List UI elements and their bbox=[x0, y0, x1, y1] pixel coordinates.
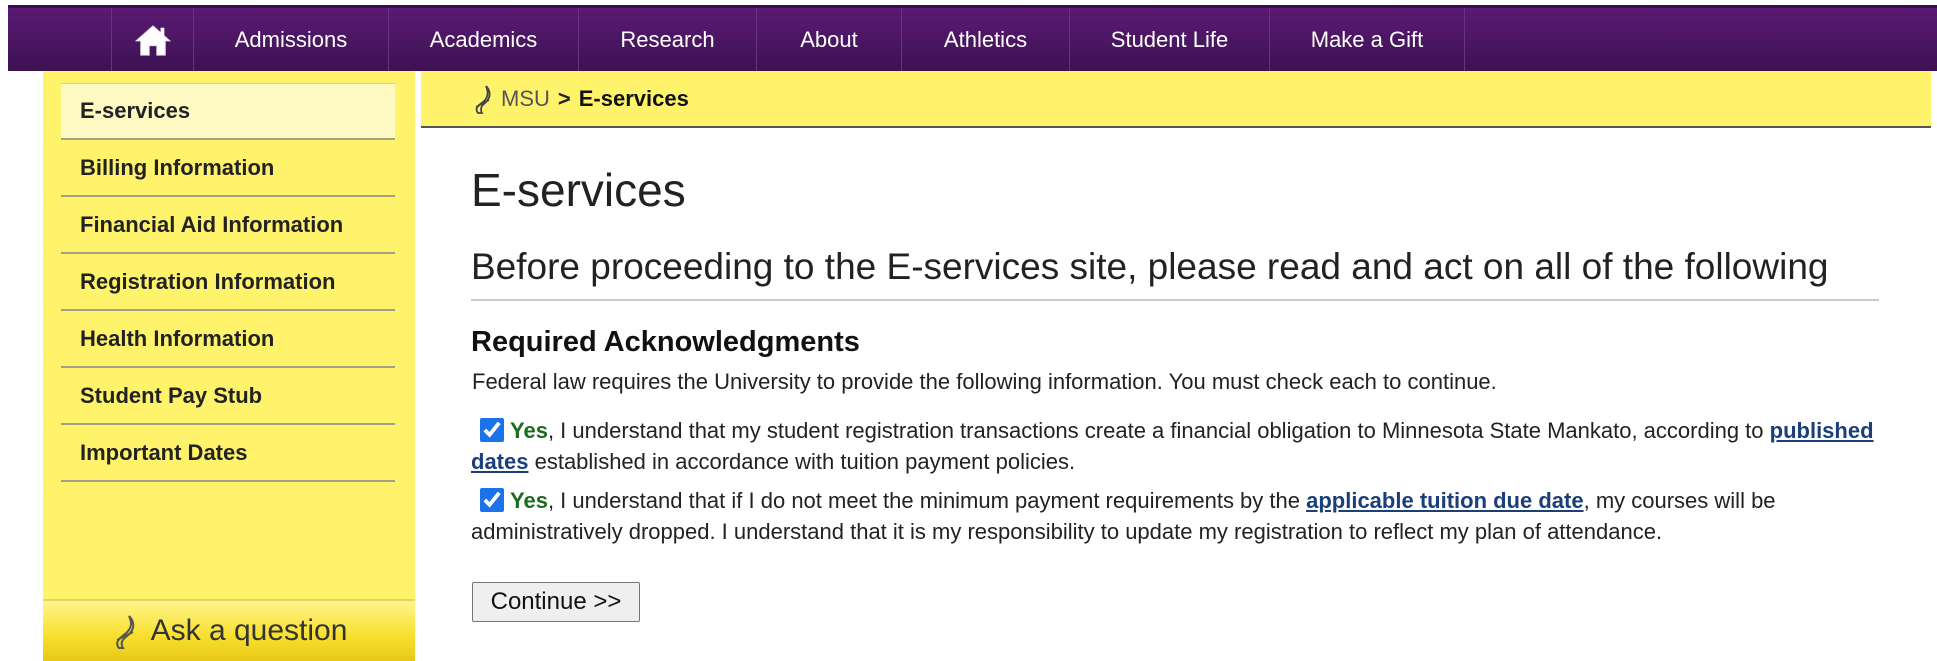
acknowledgment-1: Yes, I understand that my student regist… bbox=[471, 415, 1881, 477]
sidebar: E-services Billing Information Financial… bbox=[43, 71, 415, 599]
nav-about[interactable]: About bbox=[756, 8, 901, 71]
home-icon[interactable] bbox=[111, 8, 193, 71]
breadcrumb-msu-link[interactable]: MSU bbox=[501, 86, 550, 112]
yes-label: Yes bbox=[510, 488, 548, 513]
acknowledgment-1-text-end: established in accordance with tuition p… bbox=[528, 449, 1076, 474]
sidebar-item-e-services[interactable]: E-services bbox=[61, 83, 395, 140]
page-subtitle: Before proceeding to the E-services site… bbox=[471, 246, 1879, 301]
intro-text: Federal law requires the University to p… bbox=[472, 369, 1497, 394]
yes-label: Yes bbox=[510, 418, 548, 443]
acknowledgment-2: Yes, I understand that if I do not meet … bbox=[471, 485, 1881, 547]
acknowledgment-2-text: , I understand that if I do not meet the… bbox=[547, 488, 1307, 513]
applicable-tuition-due-date-link[interactable]: applicable tuition due date bbox=[1306, 488, 1583, 513]
sidebar-item-financial-aid-information[interactable]: Financial Aid Information bbox=[61, 197, 395, 254]
ask-a-question-label: Ask a question bbox=[150, 614, 348, 647]
sidebar-item-registration-information[interactable]: Registration Information bbox=[61, 254, 395, 311]
top-navigation: Admissions Academics Research About Athl… bbox=[8, 5, 1937, 71]
sidebar-item-billing-information[interactable]: Billing Information bbox=[61, 140, 395, 197]
sidebar-item-health-information[interactable]: Health Information bbox=[61, 311, 395, 368]
flame-icon bbox=[115, 615, 134, 649]
ask-a-question-button[interactable]: Ask a question bbox=[43, 599, 415, 661]
acknowledgment-2-checkbox[interactable] bbox=[480, 488, 504, 512]
nav-academics[interactable]: Academics bbox=[388, 8, 578, 71]
nav-make-a-gift[interactable]: Make a Gift bbox=[1269, 8, 1465, 71]
acknowledgment-1-text: , I understand that my student registrat… bbox=[547, 418, 1770, 443]
page-title: E-services bbox=[471, 164, 686, 216]
breadcrumb-current: E-services bbox=[578, 85, 689, 111]
nav-admissions[interactable]: Admissions bbox=[193, 8, 388, 71]
sidebar-item-student-pay-stub[interactable]: Student Pay Stub bbox=[61, 368, 395, 425]
nav-student-life[interactable]: Student Life bbox=[1069, 8, 1269, 71]
nav-research[interactable]: Research bbox=[578, 8, 756, 71]
continue-button[interactable]: Continue >> bbox=[472, 582, 640, 622]
nav-athletics[interactable]: Athletics bbox=[901, 8, 1069, 71]
breadcrumb-separator: > bbox=[557, 85, 571, 111]
flame-icon bbox=[475, 84, 491, 114]
acknowledgment-1-checkbox[interactable] bbox=[480, 418, 504, 442]
breadcrumb: MSU > E-services bbox=[421, 71, 1931, 128]
section-heading: Required Acknowledgments bbox=[471, 326, 860, 358]
sidebar-item-important-dates[interactable]: Important Dates bbox=[61, 425, 395, 482]
